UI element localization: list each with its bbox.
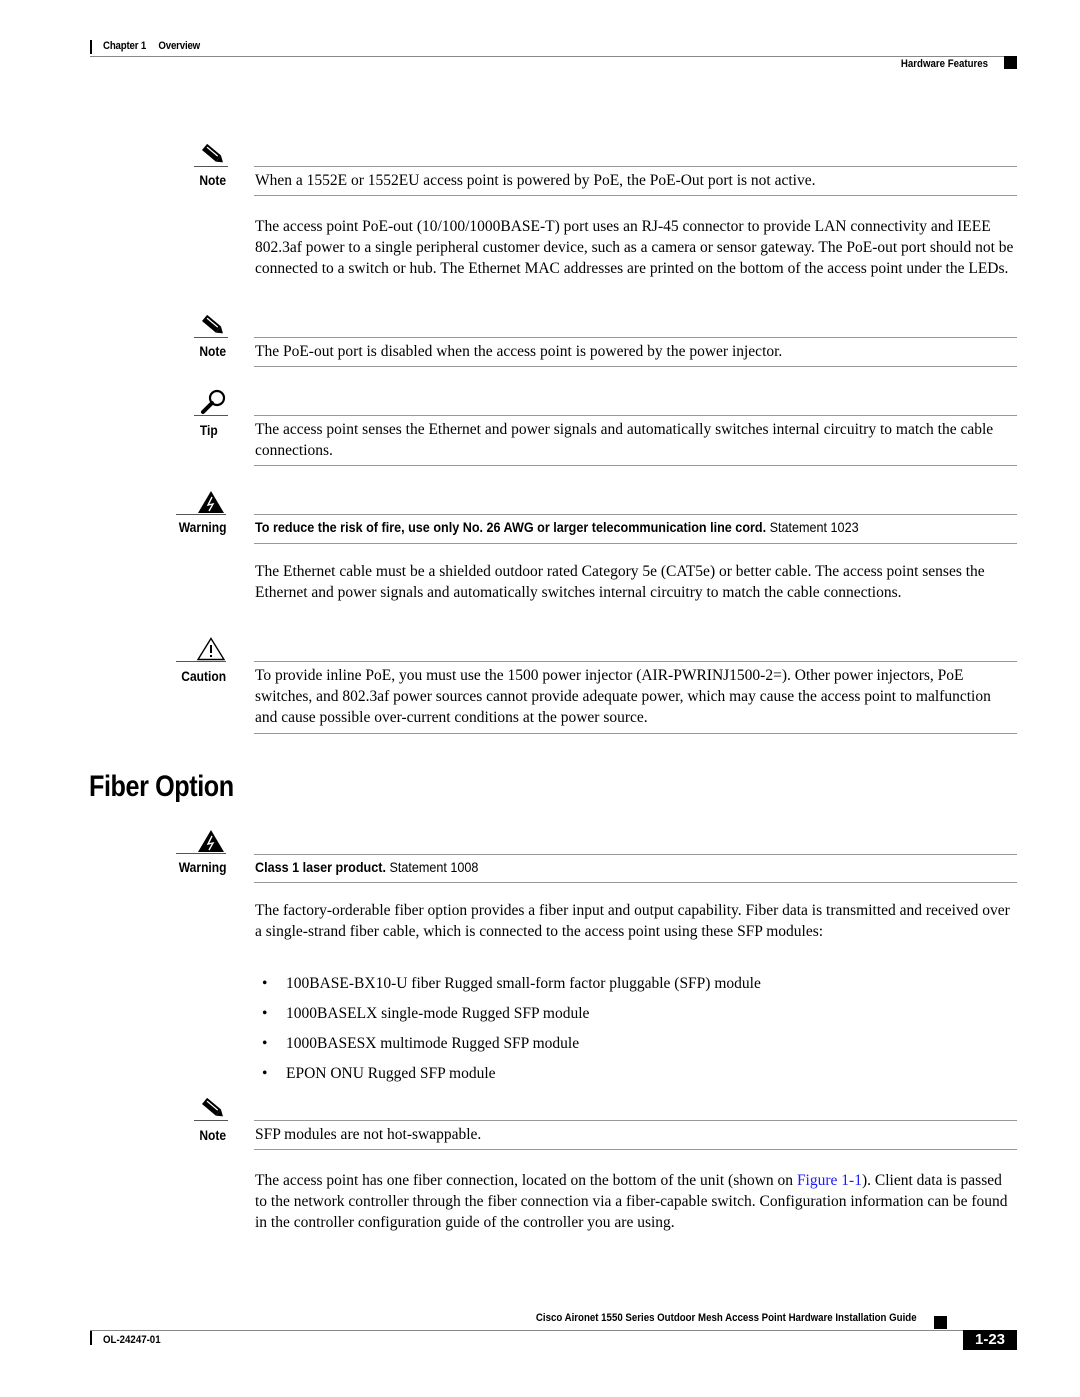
note-label: Note — [199, 1127, 226, 1143]
bullet-icon: • — [262, 1065, 268, 1082]
note-text: SFP modules are not hot-swappable. — [255, 1126, 482, 1143]
caution-icon-rule — [176, 661, 226, 662]
footer-doc-number: OL-24247-01 — [103, 1334, 161, 1346]
caution-label: Caution — [181, 668, 226, 684]
list-item-text: 100BASE-BX10-U fiber Rugged small-form f… — [286, 975, 761, 992]
note-bottom-rule — [254, 195, 1017, 196]
bullet-icon: • — [262, 975, 268, 992]
body-paragraph: The access point has one fiber connectio… — [255, 1170, 1017, 1233]
list-item: • 1000BASESX multimode Rugged SFP module — [262, 1033, 579, 1054]
note-icon-rule — [194, 337, 228, 338]
body-paragraph: The access point PoE-out (10/100/1000BAS… — [255, 218, 1014, 277]
header-chapter: Chapter 1 Overview — [103, 40, 212, 52]
warning-text: Class 1 laser product. Statement 1008 — [255, 857, 941, 878]
footer-guide-title: Cisco Aironet 1550 Series Outdoor Mesh A… — [536, 1312, 917, 1324]
note-label: Note — [199, 343, 226, 359]
page-number: 1-23 — [963, 1330, 1017, 1350]
warning-text: To reduce the risk of fire, use only No.… — [255, 517, 941, 538]
tip-icon-rule — [194, 415, 228, 416]
header-section: Hardware Features — [900, 58, 988, 70]
list-item-text: 1000BASESX multimode Rugged SFP module — [286, 1035, 580, 1052]
note-top-rule — [254, 337, 1017, 338]
warning-bottom-rule — [254, 543, 1017, 544]
warning-statement: Statement 1023 — [769, 519, 859, 535]
magnifier-icon — [199, 389, 229, 415]
warning-icon-rule — [176, 853, 226, 854]
warning-lightning-icon — [196, 490, 226, 516]
caution-top-rule — [254, 661, 1017, 662]
list-item-text: 1000BASELX single-mode Rugged SFP module — [286, 1005, 590, 1022]
pencil-icon — [198, 141, 228, 167]
tip-label: Tip — [200, 422, 218, 438]
caution-text: To provide inline PoE, you must use the … — [255, 667, 991, 726]
note-bottom-rule — [254, 1149, 1017, 1150]
list-item: • 100BASE-BX10-U fiber Rugged small-form … — [262, 973, 761, 994]
pencil-icon — [198, 312, 228, 338]
pencil-icon — [198, 1095, 228, 1121]
note-bottom-rule — [254, 366, 1017, 367]
warning-label: Warning — [178, 519, 226, 535]
list-item-text: EPON ONU Rugged SFP module — [286, 1065, 496, 1082]
figure-link[interactable]: Figure 1-1 — [797, 1172, 862, 1189]
footer-rule — [90, 1330, 1017, 1331]
body-paragraph: The Ethernet cable must be a shielded ou… — [255, 563, 985, 601]
tip-text: The access point senses the Ethernet and… — [255, 421, 994, 459]
footer-left-bar — [90, 1331, 92, 1345]
warning-bold-text: To reduce the risk of fire, use only No.… — [255, 519, 767, 535]
tip-top-rule — [254, 415, 1017, 416]
bullet-icon: • — [262, 1035, 268, 1052]
body-paragraph: The factory-orderable fiber option provi… — [255, 902, 1010, 940]
header-rule — [90, 56, 1017, 57]
section-heading: Fiber Option — [89, 770, 234, 803]
tip-bottom-rule — [254, 465, 1017, 466]
note-icon-rule — [194, 166, 228, 167]
header-left-bar — [90, 40, 92, 54]
warning-bold-text: Class 1 laser product. — [255, 859, 386, 875]
header-square-marker — [1004, 56, 1017, 69]
caution-bottom-rule — [254, 733, 1017, 734]
warning-top-rule — [254, 514, 1017, 515]
warning-top-rule — [254, 854, 1017, 855]
note-icon-rule — [194, 1120, 228, 1121]
list-item: • EPON ONU Rugged SFP module — [262, 1063, 496, 1084]
note-top-rule — [254, 1120, 1017, 1121]
warning-bottom-rule — [254, 882, 1017, 883]
note-text: The PoE-out port is disabled when the ac… — [255, 343, 783, 360]
warning-statement: Statement 1008 — [389, 859, 479, 875]
chapter-title: Overview — [158, 40, 201, 52]
note-label: Note — [199, 172, 226, 188]
warning-lightning-icon — [196, 829, 226, 855]
warning-label: Warning — [178, 859, 226, 875]
caution-triangle-icon — [196, 637, 226, 663]
note-text: When a 1552E or 1552EU access point is p… — [255, 172, 816, 189]
paragraph-text: The access point has one fiber connectio… — [255, 1172, 797, 1189]
bullet-icon: • — [262, 1005, 268, 1022]
note-top-rule — [254, 166, 1017, 167]
list-item: • 1000BASELX single-mode Rugged SFP modul… — [262, 1003, 589, 1024]
warning-icon-rule — [176, 514, 226, 515]
footer-square-marker — [934, 1316, 947, 1329]
chapter-number: Chapter 1 — [103, 40, 147, 52]
